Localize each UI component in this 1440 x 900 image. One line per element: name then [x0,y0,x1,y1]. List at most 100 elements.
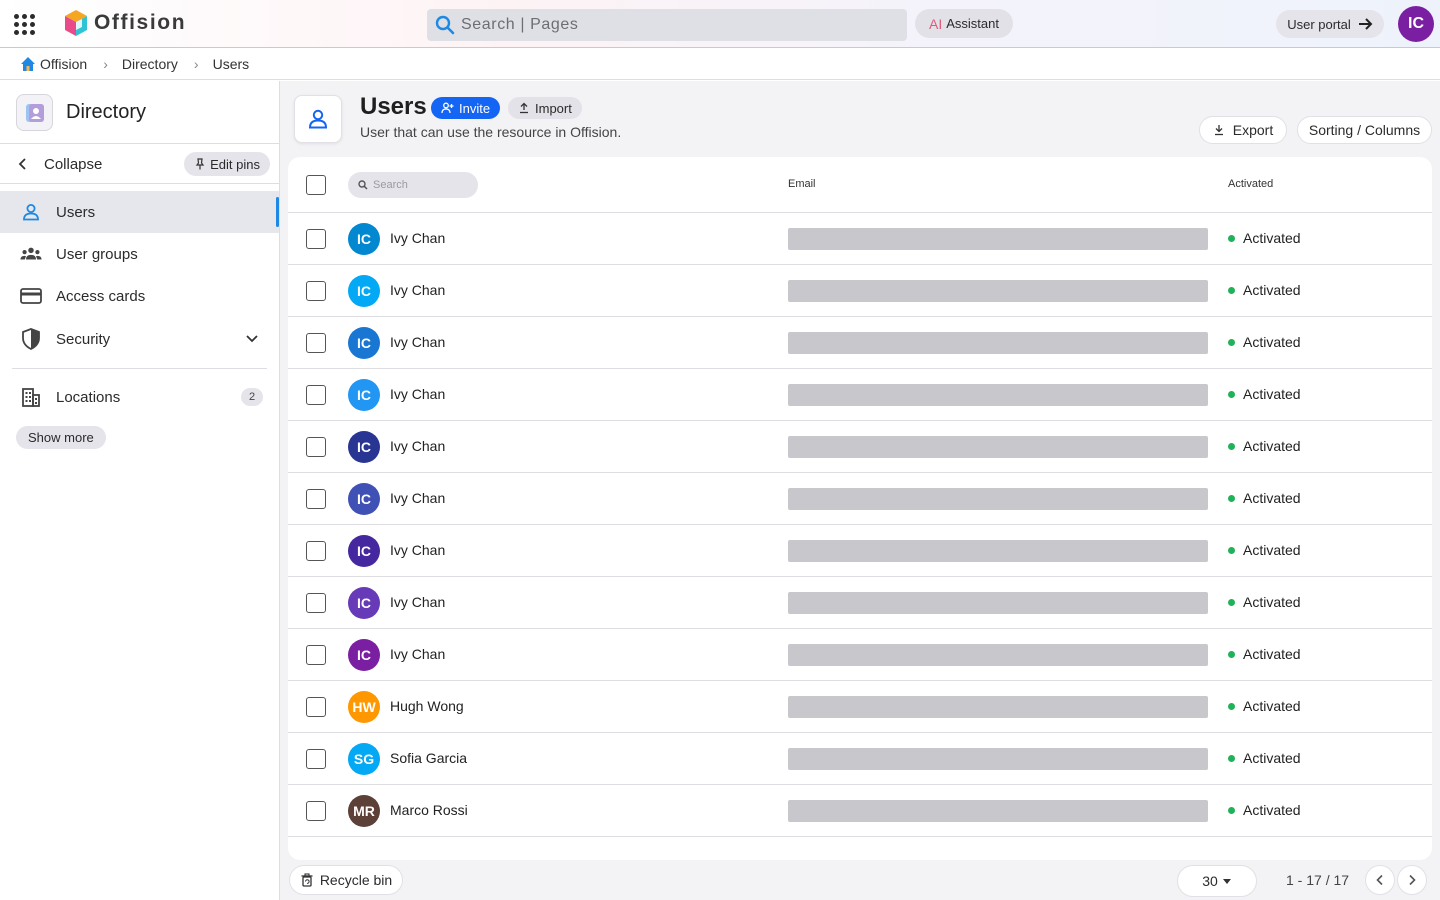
status-label: Activated [1243,750,1301,766]
home-icon [21,56,35,71]
user-name[interactable]: Ivy Chan [390,386,445,402]
recycle-bin-button[interactable]: Recycle bin [289,865,403,895]
status-label: Activated [1243,802,1301,818]
user-name[interactable]: Hugh Wong [390,698,464,714]
import-label: Import [535,100,572,116]
ai-assistant-button[interactable]: AI Assistant [915,9,1013,38]
table-row[interactable]: IC Ivy Chan Activated [288,265,1432,317]
user-name[interactable]: Ivy Chan [390,230,445,246]
status-cell: Activated [1228,438,1301,454]
column-header-email[interactable]: Email [788,178,816,190]
table-row[interactable]: IC Ivy Chan Activated [288,473,1432,525]
sidebar-item-users[interactable]: Users [0,191,279,233]
row-checkbox[interactable] [306,229,326,249]
status-dot-icon [1228,442,1235,450]
table-row[interactable]: IC Ivy Chan Activated [288,577,1432,629]
add-person-icon [441,102,454,114]
person-icon [20,201,42,223]
chevron-down-icon[interactable] [245,331,259,345]
row-checkbox[interactable] [306,749,326,769]
column-header-activated[interactable]: Activated [1228,178,1273,190]
user-name[interactable]: Marco Rossi [390,802,468,818]
global-search[interactable] [427,9,907,41]
edit-pins-button[interactable]: Edit pins [184,152,270,176]
user-name[interactable]: Ivy Chan [390,594,445,610]
table-row[interactable]: IC Ivy Chan Activated [288,213,1432,265]
show-more-button[interactable]: Show more [16,426,106,449]
user-avatar[interactable]: IC [1398,6,1434,42]
status-cell: Activated [1228,750,1301,766]
breadcrumb-directory[interactable]: Directory [122,56,178,72]
row-checkbox[interactable] [306,333,326,353]
select-all-checkbox[interactable] [306,175,326,195]
import-button[interactable]: Import [508,97,582,119]
next-page-button[interactable] [1397,865,1427,895]
row-checkbox[interactable] [306,593,326,613]
status-dot-icon [1228,338,1235,346]
status-dot-icon [1228,806,1235,814]
users-page-icon [294,95,342,143]
avatar: IC [348,639,380,671]
row-checkbox[interactable] [306,385,326,405]
breadcrumb-home[interactable]: Offision [20,56,87,72]
email-value-redacted [788,540,1208,562]
table-row[interactable]: MR Marco Rossi Activated [288,785,1432,837]
email-value-redacted [788,280,1208,302]
table-search[interactable] [348,172,478,198]
row-checkbox[interactable] [306,489,326,509]
top-bar: Offision AI Assistant User portal IC [0,0,1440,48]
chevron-right-icon [1409,874,1416,886]
sidebar-item-user-groups[interactable]: User groups [0,233,279,275]
table-row[interactable]: IC Ivy Chan Activated [288,421,1432,473]
row-checkbox[interactable] [306,801,326,821]
sidebar-item-locations[interactable]: Locations 2 [0,376,279,418]
table-row[interactable]: IC Ivy Chan Activated [288,317,1432,369]
row-checkbox[interactable] [306,697,326,717]
status-dot-icon [1228,494,1235,502]
sidebar-item-security[interactable]: Security [0,318,279,360]
row-checkbox[interactable] [306,645,326,665]
global-search-input[interactable] [461,16,901,34]
user-name[interactable]: Ivy Chan [390,438,445,454]
avatar: HW [348,691,380,723]
avatar: IC [348,587,380,619]
main-content: Users Invite Import User that can use th… [280,81,1440,900]
table-row[interactable]: IC Ivy Chan Activated [288,525,1432,577]
status-label: Activated [1243,646,1301,662]
table-search-input[interactable] [373,179,473,191]
app-launcher-icon[interactable] [12,12,36,36]
page-size-select[interactable]: 30 [1177,865,1257,897]
brand-logo[interactable]: Offision [64,9,186,37]
collapse-button[interactable]: Collapse [16,156,102,173]
status-dot-icon [1228,702,1235,710]
user-name[interactable]: Ivy Chan [390,646,445,662]
table-row[interactable]: IC Ivy Chan Activated [288,369,1432,421]
user-name[interactable]: Ivy Chan [390,542,445,558]
sidebar-item-label: Locations [56,388,121,406]
status-cell: Activated [1228,282,1301,298]
status-cell: Activated [1228,646,1301,662]
invite-button[interactable]: Invite [431,97,501,119]
table-header: Email Activated [288,157,1432,213]
table-row[interactable]: SG Sofia Garcia Activated [288,733,1432,785]
user-name[interactable]: Ivy Chan [390,490,445,506]
avatar: IC [348,535,380,567]
status-label: Activated [1243,698,1301,714]
user-name[interactable]: Ivy Chan [390,334,445,350]
brand-name: Offision [94,11,187,34]
user-portal-button[interactable]: User portal [1276,10,1384,38]
row-checkbox[interactable] [306,437,326,457]
user-name[interactable]: Ivy Chan [390,282,445,298]
avatar: SG [348,743,380,775]
user-name[interactable]: Sofia Garcia [390,750,467,766]
avatar: IC [348,483,380,515]
row-checkbox[interactable] [306,281,326,301]
row-checkbox[interactable] [306,541,326,561]
export-button[interactable]: Export [1199,116,1287,144]
table-row[interactable]: IC Ivy Chan Activated [288,629,1432,681]
ai-icon: AI [929,15,943,32]
previous-page-button[interactable] [1365,865,1395,895]
table-row[interactable]: HW Hugh Wong Activated [288,681,1432,733]
sidebar-item-access-cards[interactable]: Access cards [0,275,279,317]
sorting-columns-button[interactable]: Sorting / Columns [1297,116,1432,144]
